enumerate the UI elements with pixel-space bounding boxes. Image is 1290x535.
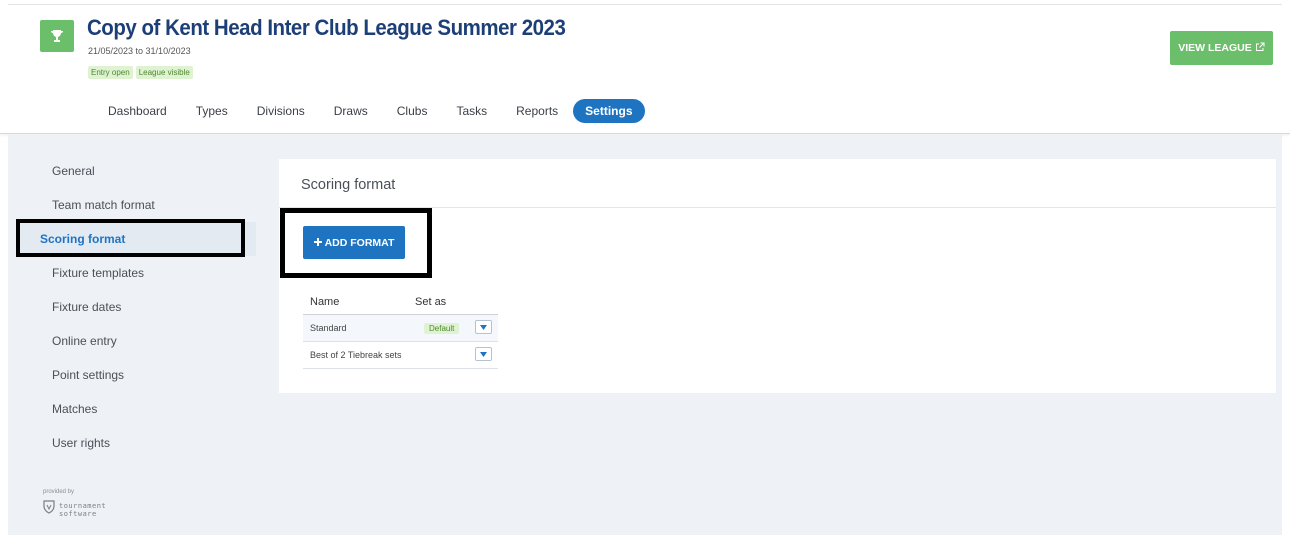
- tab-draws[interactable]: Draws: [320, 99, 382, 123]
- top-divider: [8, 4, 1282, 5]
- caret-down-icon: [480, 351, 487, 357]
- annotation-box-sidebar: [16, 219, 245, 257]
- sidebar-item-online-entry[interactable]: Online entry: [16, 324, 256, 358]
- row-name: Best of 2 Tiebreak sets: [310, 350, 402, 360]
- page-title: Copy of Kent Head Inter Club League Summ…: [87, 15, 566, 40]
- sidebar-item-user-rights[interactable]: User rights: [16, 426, 256, 460]
- settings-sidebar: General Team match format Scoring format…: [16, 154, 256, 460]
- tab-settings[interactable]: Settings: [573, 99, 645, 123]
- table-header: Name Set as: [303, 289, 498, 315]
- tab-divisions[interactable]: Divisions: [243, 99, 319, 123]
- row-actions-dropdown[interactable]: [475, 320, 492, 334]
- row-actions-dropdown[interactable]: [475, 347, 492, 361]
- league-header: Copy of Kent Head Inter Club League Summ…: [0, 0, 1290, 134]
- column-header-set-as: Set as: [415, 295, 447, 308]
- status-badge-entry: Entry open: [88, 66, 133, 79]
- trophy-icon: [40, 20, 74, 52]
- scoring-format-table: Name Set as Standard Default Best of 2 T…: [303, 289, 498, 369]
- view-league-label: VIEW LEAGUE: [1178, 42, 1252, 54]
- panel-title: Scoring format: [301, 177, 396, 193]
- row-name: Standard: [310, 323, 347, 333]
- annotation-box-add-format: [280, 208, 432, 278]
- tab-clubs[interactable]: Clubs: [383, 99, 442, 123]
- external-link-icon: [1255, 42, 1265, 55]
- sidebar-item-matches[interactable]: Matches: [16, 392, 256, 426]
- tab-dashboard[interactable]: Dashboard: [94, 99, 181, 123]
- column-header-name: Name: [310, 295, 340, 308]
- tournament-software-logo: tournament software: [43, 500, 106, 519]
- tab-reports[interactable]: Reports: [502, 99, 572, 123]
- tab-tasks[interactable]: Tasks: [442, 99, 501, 123]
- view-league-button[interactable]: VIEW LEAGUE: [1170, 31, 1273, 65]
- provided-by-label: provided by: [43, 489, 75, 495]
- sidebar-item-team-match-format[interactable]: Team match format: [16, 188, 256, 222]
- sidebar-item-fixture-dates[interactable]: Fixture dates: [16, 290, 256, 324]
- caret-down-icon: [480, 324, 487, 330]
- logo-line-1: tournament: [59, 501, 107, 510]
- league-dates: 21/05/2023 to 31/10/2023: [88, 46, 191, 56]
- main-tabs: Dashboard Types Divisions Draws Clubs Ta…: [94, 99, 646, 123]
- status-badges: Entry open League visible: [88, 66, 193, 79]
- sidebar-item-point-settings[interactable]: Point settings: [16, 358, 256, 392]
- shield-icon: [43, 500, 55, 519]
- default-badge: Default: [424, 323, 460, 334]
- status-badge-visible: League visible: [135, 66, 193, 79]
- table-row[interactable]: Best of 2 Tiebreak sets: [303, 342, 498, 369]
- tab-types[interactable]: Types: [182, 99, 242, 123]
- table-row[interactable]: Standard Default: [303, 315, 498, 342]
- logo-line-2: software: [59, 509, 97, 518]
- sidebar-item-fixture-templates[interactable]: Fixture templates: [16, 256, 256, 290]
- sidebar-item-general[interactable]: General: [16, 154, 256, 188]
